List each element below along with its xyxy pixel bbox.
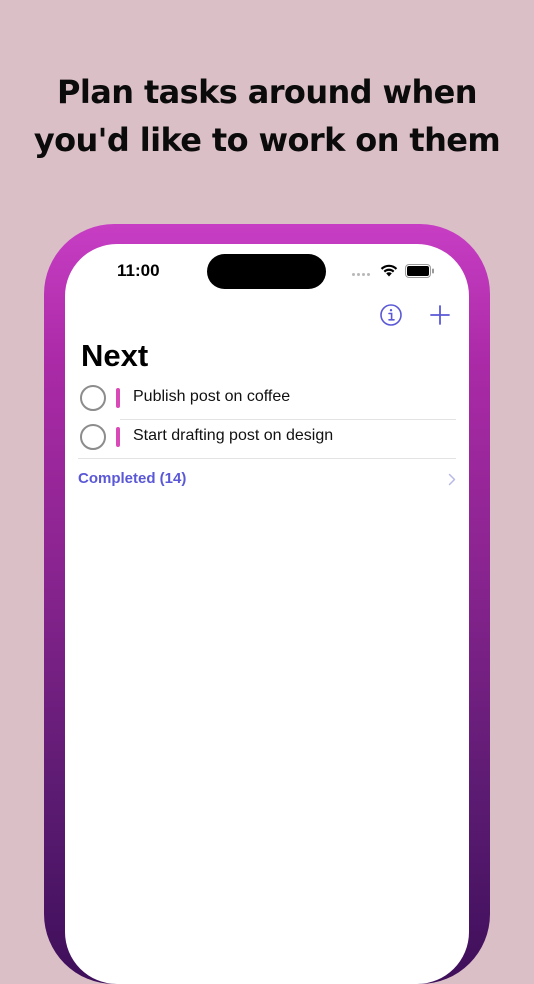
headline-line-2: you'd like to work on them — [33, 121, 501, 159]
page-title: Next — [81, 338, 149, 373]
task-label[interactable]: Publish post on coffee — [133, 388, 290, 406]
task-label[interactable]: Start drafting post on design — [133, 427, 333, 445]
completed-label: Completed (14) — [78, 470, 187, 487]
plus-icon[interactable] — [428, 303, 452, 327]
task-checkbox[interactable] — [80, 385, 106, 411]
wifi-icon — [380, 264, 398, 277]
task-color-bar — [116, 427, 120, 447]
battery-icon — [405, 264, 434, 278]
task-row[interactable]: Start drafting post on design — [78, 419, 456, 458]
info-circle-icon[interactable] — [379, 303, 403, 327]
cellular-signal-icon — [352, 273, 370, 276]
task-checkbox[interactable] — [80, 424, 106, 450]
headline-line-1: Plan tasks around when — [57, 73, 478, 111]
status-time: 11:00 — [117, 261, 160, 280]
phone-screen: 11:00 Next Publish post on coffee Start … — [65, 244, 469, 984]
dynamic-island — [207, 254, 326, 289]
section-divider — [78, 458, 456, 459]
marketing-headline: Plan tasks around when you'd like to wor… — [0, 68, 534, 164]
task-color-bar — [116, 388, 120, 408]
chevron-right-icon — [448, 473, 456, 486]
task-row[interactable]: Publish post on coffee — [78, 380, 456, 419]
completed-section-button[interactable]: Completed (14) — [78, 468, 456, 492]
